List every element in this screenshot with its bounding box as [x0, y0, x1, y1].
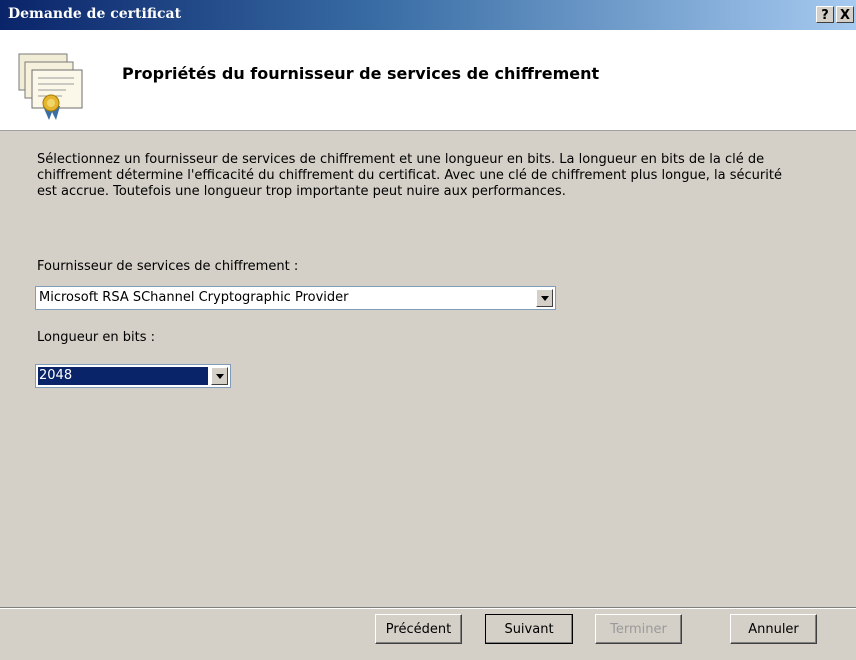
certificate-request-dialog: Demande de certificat ? X Propriétés du …	[0, 0, 856, 660]
title-bar: Demande de certificat ? X	[0, 0, 856, 30]
close-button[interactable]: X	[836, 6, 854, 23]
provider-label: Fournisseur de services de chiffrement :	[37, 259, 299, 274]
dropdown-arrow-icon[interactable]	[536, 289, 553, 307]
cancel-button[interactable]: Annuler	[730, 614, 817, 644]
wizard-header: Propriétés du fournisseur de services de…	[0, 30, 856, 131]
window-title: Demande de certificat	[8, 6, 182, 22]
finish-button[interactable]: Terminer	[595, 614, 682, 644]
provider-value: Microsoft RSA SChannel Cryptographic Pro…	[39, 290, 349, 305]
bit-length-value: 2048	[38, 367, 208, 385]
bits-label: Longueur en bits :	[37, 330, 156, 345]
footer-divider	[0, 607, 856, 609]
help-button[interactable]: ?	[816, 6, 834, 23]
page-title: Propriétés du fournisseur de services de…	[122, 64, 600, 83]
certificate-icon	[16, 50, 92, 130]
description-text: Sélectionnez un fournisseur de services …	[37, 152, 782, 199]
next-button[interactable]: Suivant	[485, 614, 573, 644]
bit-length-select[interactable]: 2048	[35, 364, 231, 388]
previous-button[interactable]: Précédent	[375, 614, 462, 644]
dropdown-arrow-icon[interactable]	[211, 367, 228, 385]
provider-select[interactable]: Microsoft RSA SChannel Cryptographic Pro…	[35, 286, 556, 310]
